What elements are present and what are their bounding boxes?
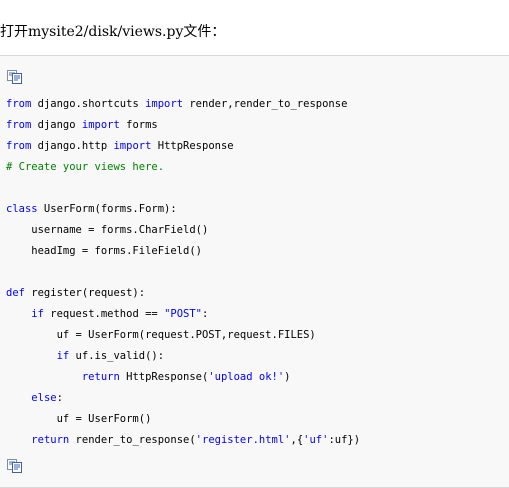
code-token: return	[31, 434, 70, 446]
intro-text: 打开mysite2/disk/views.py文件：	[0, 24, 226, 40]
code-token: ,{	[290, 434, 304, 446]
code-token: uf = UserForm(request.POST,request.FILES…	[6, 329, 316, 341]
code-token: return	[81, 371, 120, 383]
code-token: render,render_to_response	[183, 98, 348, 110]
code-token: register(request):	[24, 287, 146, 299]
code-line: if uf.is_valid():	[6, 346, 360, 367]
code-token: HttpResponse(	[119, 371, 209, 383]
code-token: django.shortcuts	[31, 98, 146, 110]
code-token: :	[56, 392, 63, 404]
code-token: request.method ==	[43, 308, 165, 320]
code-token: import	[113, 140, 152, 152]
code-line: else:	[6, 388, 360, 409]
code-token: forms	[119, 119, 158, 131]
code-token: UserForm(forms.Form):	[37, 203, 177, 215]
code-token: uf = UserForm()	[6, 413, 152, 425]
code-token: django	[31, 119, 82, 131]
code-line: def register(request):	[6, 283, 360, 304]
code-token: "POST"	[164, 308, 202, 320]
code-line: from django import forms	[6, 115, 360, 136]
code-token: class	[6, 203, 38, 215]
code-content: from django.shortcuts import render,rend…	[6, 94, 360, 451]
code-token: import	[145, 98, 184, 110]
code-token: render_to_response(	[69, 434, 196, 446]
code-token: :uf})	[328, 434, 361, 446]
code-token: else	[31, 392, 57, 404]
code-block: from django.shortcuts import render,rend…	[0, 55, 509, 488]
code-line: if request.method == "POST":	[6, 304, 360, 325]
code-token: from	[6, 98, 32, 110]
code-token: if	[56, 350, 70, 362]
code-token: import	[81, 119, 120, 131]
code-token: username = forms.CharField()	[6, 224, 209, 236]
code-line: username = forms.CharField()	[6, 220, 360, 241]
code-token: uf.is_valid():	[69, 350, 165, 362]
view-code-icon[interactable]	[7, 70, 23, 84]
code-token: :	[202, 308, 209, 320]
code-line: headImg = forms.FileField()	[6, 241, 360, 262]
code-token: )	[284, 371, 291, 383]
code-token: def	[6, 287, 25, 299]
code-token: HttpResponse	[151, 140, 234, 152]
code-line: uf = UserForm()	[6, 409, 360, 430]
code-token: 'uf'	[303, 434, 329, 446]
code-token: django.http	[31, 140, 114, 152]
code-line: from django.http import HttpResponse	[6, 136, 360, 157]
code-line: return HttpResponse('upload ok!')	[6, 367, 360, 388]
code-line: from django.shortcuts import render,rend…	[6, 94, 360, 115]
code-token: # Create your views here.	[6, 161, 165, 173]
code-line: uf = UserForm(request.POST,request.FILES…	[6, 325, 360, 346]
code-token: 'register.html'	[195, 434, 291, 446]
code-token: if	[31, 308, 44, 320]
code-line: # Create your views here.	[6, 157, 360, 178]
code-token: 'upload ok!'	[208, 371, 285, 383]
code-token: from	[6, 119, 32, 131]
copy-code-icon[interactable]	[7, 459, 23, 473]
code-line: return render_to_response('register.html…	[6, 430, 360, 451]
code-token: headImg = forms.FileField()	[6, 245, 202, 257]
code-token: from	[6, 140, 32, 152]
code-line: class UserForm(forms.Form):	[6, 199, 360, 220]
